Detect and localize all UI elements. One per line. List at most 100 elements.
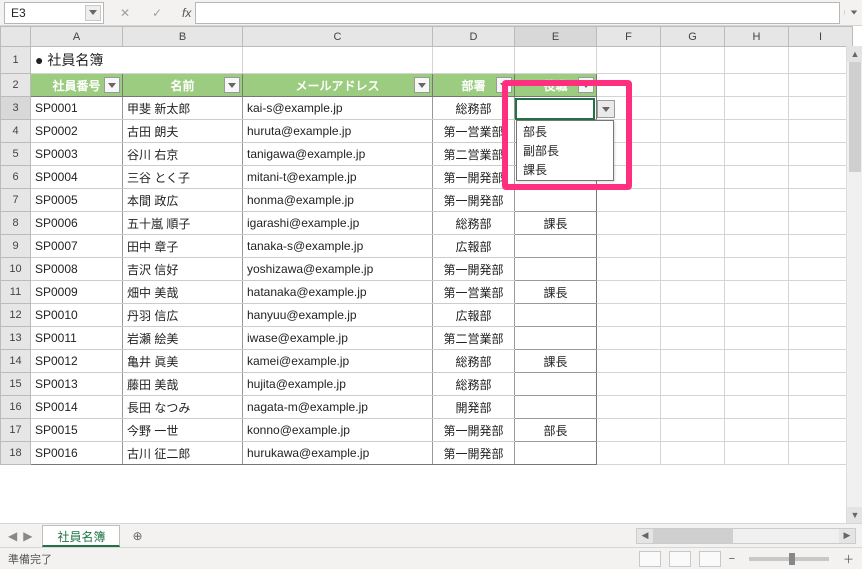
data-validation-dropdown-list[interactable]: 部長 副部長 課長 bbox=[516, 120, 614, 181]
cell-name[interactable]: 丹羽 信広 bbox=[123, 304, 243, 327]
zoom-slider[interactable] bbox=[749, 557, 829, 561]
cell-name[interactable]: 畑中 美哉 bbox=[123, 281, 243, 304]
row-header[interactable]: 17 bbox=[1, 419, 31, 442]
cell-mail[interactable]: tanigawa@example.jp bbox=[243, 143, 433, 166]
row-header[interactable]: 6 bbox=[1, 166, 31, 189]
cell-mail[interactable]: konno@example.jp bbox=[243, 419, 433, 442]
zoom-in-button[interactable]: ＋ bbox=[843, 551, 854, 567]
header-name[interactable]: 名前 bbox=[123, 74, 243, 97]
scroll-thumb[interactable] bbox=[653, 529, 733, 543]
row-header[interactable]: 2 bbox=[1, 74, 31, 97]
cell-employeeno[interactable]: SP0005 bbox=[31, 189, 123, 212]
view-pagebreak-button[interactable] bbox=[699, 551, 721, 567]
row-header[interactable]: 7 bbox=[1, 189, 31, 212]
new-sheet-button[interactable]: ⊕ bbox=[126, 529, 148, 543]
cell-employeeno[interactable]: SP0007 bbox=[31, 235, 123, 258]
cell-mail[interactable]: huruta@example.jp bbox=[243, 120, 433, 143]
cancel-icon[interactable]: ✕ bbox=[114, 3, 136, 23]
scroll-up-button[interactable]: ▲ bbox=[847, 46, 862, 62]
cell-name[interactable]: 五十嵐 順子 bbox=[123, 212, 243, 235]
filter-icon[interactable] bbox=[496, 77, 512, 93]
header-mail[interactable]: メールアドレス bbox=[243, 74, 433, 97]
cell-employeeno[interactable]: SP0001 bbox=[31, 97, 123, 120]
cell-role[interactable]: 課長 bbox=[515, 212, 597, 235]
cell-name[interactable]: 三谷 とく子 bbox=[123, 166, 243, 189]
enter-icon[interactable]: ✓ bbox=[146, 3, 168, 23]
cell-employeeno[interactable]: SP0013 bbox=[31, 373, 123, 396]
cell-dept[interactable]: 第一営業部 bbox=[433, 281, 515, 304]
cell-name[interactable]: 吉沢 信好 bbox=[123, 258, 243, 281]
row-header[interactable]: 4 bbox=[1, 120, 31, 143]
scroll-right-button[interactable]: ▶ bbox=[839, 529, 855, 543]
cell-mail[interactable]: yoshizawa@example.jp bbox=[243, 258, 433, 281]
nav-prev-icon[interactable]: ◀ bbox=[8, 529, 17, 543]
scroll-down-button[interactable]: ▼ bbox=[847, 507, 862, 523]
cell-role[interactable] bbox=[515, 304, 597, 327]
cell-role[interactable]: 課長 bbox=[515, 350, 597, 373]
cell-employeeno[interactable]: SP0012 bbox=[31, 350, 123, 373]
cell-dept[interactable]: 第一開発部 bbox=[433, 189, 515, 212]
cell-dept[interactable]: 開発部 bbox=[433, 396, 515, 419]
col-header[interactable]: A bbox=[31, 27, 123, 47]
cell-name[interactable]: 古川 征二郎 bbox=[123, 442, 243, 465]
cell-mail[interactable]: kai-s@example.jp bbox=[243, 97, 433, 120]
row-header[interactable]: 3 bbox=[1, 97, 31, 120]
cell-employeeno[interactable]: SP0015 bbox=[31, 419, 123, 442]
cell-role[interactable] bbox=[515, 373, 597, 396]
cell-employeeno[interactable]: SP0011 bbox=[31, 327, 123, 350]
nav-next-icon[interactable]: ▶ bbox=[23, 529, 32, 543]
col-header[interactable]: F bbox=[597, 27, 661, 47]
row-header[interactable]: 12 bbox=[1, 304, 31, 327]
header-dept[interactable]: 部署 bbox=[433, 74, 515, 97]
filter-icon[interactable] bbox=[104, 77, 120, 93]
row-header[interactable]: 9 bbox=[1, 235, 31, 258]
cell-mail[interactable]: iwase@example.jp bbox=[243, 327, 433, 350]
cell-role[interactable] bbox=[515, 442, 597, 465]
scroll-thumb[interactable] bbox=[849, 62, 861, 172]
cell-employeeno[interactable]: SP0003 bbox=[31, 143, 123, 166]
row-header[interactable]: 14 bbox=[1, 350, 31, 373]
col-header[interactable]: H bbox=[725, 27, 789, 47]
cell-dept[interactable]: 総務部 bbox=[433, 212, 515, 235]
cell-mail[interactable]: nagata-m@example.jp bbox=[243, 396, 433, 419]
cell-dept[interactable]: 第一営業部 bbox=[433, 120, 515, 143]
cell-name[interactable]: 谷川 右京 bbox=[123, 143, 243, 166]
header-employeeno[interactable]: 社員番号 bbox=[31, 74, 123, 97]
filter-icon[interactable] bbox=[578, 77, 594, 93]
cell-role[interactable] bbox=[515, 235, 597, 258]
col-header[interactable]: D bbox=[433, 27, 515, 47]
row-header[interactable]: 18 bbox=[1, 442, 31, 465]
col-header[interactable]: I bbox=[789, 27, 853, 47]
cell-name[interactable]: 今野 一世 bbox=[123, 419, 243, 442]
cell-dept[interactable]: 総務部 bbox=[433, 350, 515, 373]
cell-name[interactable]: 古田 朗夫 bbox=[123, 120, 243, 143]
cell-mail[interactable]: hujita@example.jp bbox=[243, 373, 433, 396]
cell-mail[interactable]: hurukawa@example.jp bbox=[243, 442, 433, 465]
sheet-tab-active[interactable]: 社員名簿 bbox=[42, 525, 120, 547]
cell-role[interactable]: 部長 bbox=[515, 419, 597, 442]
dropdown-option[interactable]: 課長 bbox=[517, 160, 613, 179]
cell-mail[interactable]: honma@example.jp bbox=[243, 189, 433, 212]
row-header[interactable]: 5 bbox=[1, 143, 31, 166]
zoom-out-button[interactable]: − bbox=[729, 553, 735, 565]
row-header[interactable]: 15 bbox=[1, 373, 31, 396]
col-header[interactable]: B bbox=[123, 27, 243, 47]
cell-employeeno[interactable]: SP0008 bbox=[31, 258, 123, 281]
cell-dept[interactable]: 第一開発部 bbox=[433, 258, 515, 281]
cell-role[interactable] bbox=[515, 258, 597, 281]
cell-name[interactable]: 甲斐 新太郎 bbox=[123, 97, 243, 120]
col-header[interactable]: E bbox=[515, 27, 597, 47]
cell-mail[interactable]: igarashi@example.jp bbox=[243, 212, 433, 235]
cell-dept[interactable]: 第一開発部 bbox=[433, 419, 515, 442]
cell-role[interactable] bbox=[515, 396, 597, 419]
row-header[interactable]: 8 bbox=[1, 212, 31, 235]
cell-dept[interactable]: 広報部 bbox=[433, 304, 515, 327]
row-header[interactable]: 10 bbox=[1, 258, 31, 281]
cell-employeeno[interactable]: SP0002 bbox=[31, 120, 123, 143]
cell-employeeno[interactable]: SP0010 bbox=[31, 304, 123, 327]
cell-name[interactable]: 本間 政広 bbox=[123, 189, 243, 212]
dropdown-option[interactable]: 副部長 bbox=[517, 141, 613, 160]
row-header[interactable]: 1 bbox=[1, 47, 31, 74]
cell-mail[interactable]: hanyuu@example.jp bbox=[243, 304, 433, 327]
data-validation-dropdown-button[interactable] bbox=[597, 100, 615, 118]
